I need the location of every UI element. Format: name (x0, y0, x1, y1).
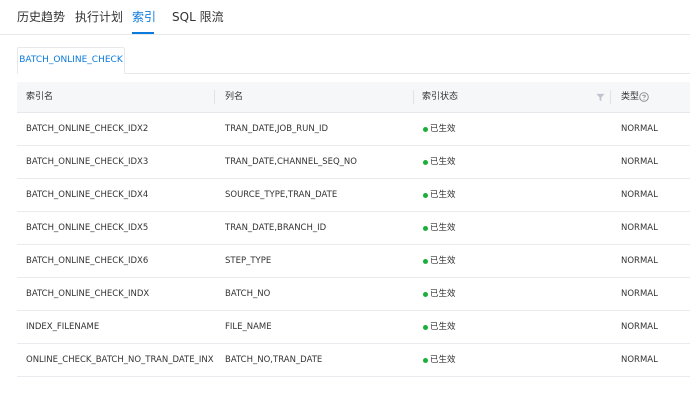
cell-type: NORMAL (621, 322, 658, 332)
cell-type: NORMAL (621, 190, 658, 200)
cell-columns: FILE_NAME (225, 322, 272, 332)
cell-status: 已生效 (430, 190, 456, 200)
table-tab-bar: BATCH_ONLINE_CHECK (17, 47, 690, 74)
table-row: BATCH_ONLINE_CHECK_IDX2 TRAN_DATE,JOB_RU… (17, 113, 690, 146)
cell-index-name: BATCH_ONLINE_CHECK_IDX2 (26, 124, 149, 134)
cell-index-name: BATCH_ONLINE_CHECK_IDX6 (26, 256, 149, 266)
cell-columns: STEP_TYPE (225, 256, 272, 266)
table-row: BATCH_ONLINE_CHECK_IDX4 SOURCE_TYPE,TRAN… (17, 179, 690, 212)
cell-type: NORMAL (621, 223, 658, 233)
cell-index-name: BATCH_ONLINE_CHECK_IDX3 (26, 157, 149, 167)
cell-type: NORMAL (621, 157, 658, 167)
index-panel: 历史趋势 执行计划 索引 SQL 限流 BATCH_ONLINE_CHECK 索… (0, 0, 690, 404)
status-dot-icon (423, 292, 428, 297)
cell-index-name: ONLINE_CHECK_BATCH_NO_TRAN_DATE_INX (26, 355, 214, 365)
table-row: BATCH_ONLINE_CHECK_IDX6 STEP_TYPE 已生效 NO… (17, 245, 690, 278)
index-table: 索引名 列名 索引状态 类型 BATCH_ONLINE_CHECK_IDX2 T… (17, 82, 690, 377)
cell-status: 已生效 (430, 124, 456, 134)
cell-index-name: BATCH_ONLINE_CHECK_IDX5 (26, 223, 149, 233)
cell-type: NORMAL (621, 289, 658, 299)
status-dot-icon (423, 160, 428, 165)
cell-type: NORMAL (621, 124, 658, 134)
cell-type: NORMAL (621, 355, 658, 365)
table-row: BATCH_ONLINE_CHECK_IDX3 TRAN_DATE,CHANNE… (17, 146, 690, 179)
top-tab-bar: 历史趋势 执行计划 索引 SQL 限流 (0, 0, 690, 35)
cell-status: 已生效 (430, 256, 456, 266)
column-header-type: 类型 (621, 92, 640, 102)
cell-index-name: BATCH_ONLINE_CHECK_IDX4 (26, 190, 149, 200)
cell-columns: BATCH_NO,TRAN_DATE (225, 355, 323, 365)
cell-index-name: INDEX_FILENAME (26, 322, 100, 332)
tab-sql-throttle[interactable]: SQL 限流 (172, 9, 224, 25)
active-tab-indicator (132, 32, 154, 34)
tab-execution-plan[interactable]: 执行计划 (75, 9, 123, 25)
cell-columns: TRAN_DATE,CHANNEL_SEQ_NO (225, 157, 357, 167)
question-circle-icon[interactable] (639, 92, 649, 102)
table-row: ONLINE_CHECK_BATCH_NO_TRAN_DATE_INX BATC… (17, 344, 690, 377)
status-dot-icon (423, 259, 428, 264)
cell-status: 已生效 (430, 223, 456, 233)
cell-columns: BATCH_NO (225, 289, 271, 299)
status-dot-icon (423, 325, 428, 330)
column-header-index-name: 索引名 (26, 92, 54, 102)
cell-type: NORMAL (621, 256, 658, 266)
table-row: INDEX_FILENAME FILE_NAME 已生效 NORMAL (17, 311, 690, 344)
table-row: BATCH_ONLINE_CHECK_IDX5 TRAN_DATE,BRANCH… (17, 212, 690, 245)
status-dot-icon (423, 226, 428, 231)
table-header: 索引名 列名 索引状态 类型 (17, 82, 690, 113)
cell-status: 已生效 (430, 289, 456, 299)
table-row: BATCH_ONLINE_CHECK_INDX BATCH_NO 已生效 NOR… (17, 278, 690, 311)
status-dot-icon (423, 193, 428, 198)
column-header-index-status: 索引状态 (422, 92, 459, 102)
cell-status: 已生效 (430, 157, 456, 167)
tab-history-trend[interactable]: 历史趋势 (17, 9, 65, 25)
cell-index-name: BATCH_ONLINE_CHECK_INDX (26, 289, 150, 299)
tab-table-batch-online-check[interactable]: BATCH_ONLINE_CHECK (17, 47, 125, 74)
filter-icon[interactable] (596, 93, 605, 102)
status-dot-icon (423, 358, 428, 363)
cell-status: 已生效 (430, 322, 456, 332)
cell-columns: TRAN_DATE,JOB_RUN_ID (225, 124, 329, 134)
column-header-column-name: 列名 (225, 92, 244, 102)
column-divider (610, 90, 611, 104)
tab-index[interactable]: 索引 (132, 9, 156, 25)
cell-columns: SOURCE_TYPE,TRAN_DATE (225, 190, 338, 200)
table-body: BATCH_ONLINE_CHECK_IDX2 TRAN_DATE,JOB_RU… (17, 113, 690, 377)
status-dot-icon (423, 127, 428, 132)
cell-columns: TRAN_DATE,BRANCH_ID (225, 223, 327, 233)
column-divider (214, 90, 215, 104)
column-divider (413, 90, 414, 104)
cell-status: 已生效 (430, 355, 456, 365)
